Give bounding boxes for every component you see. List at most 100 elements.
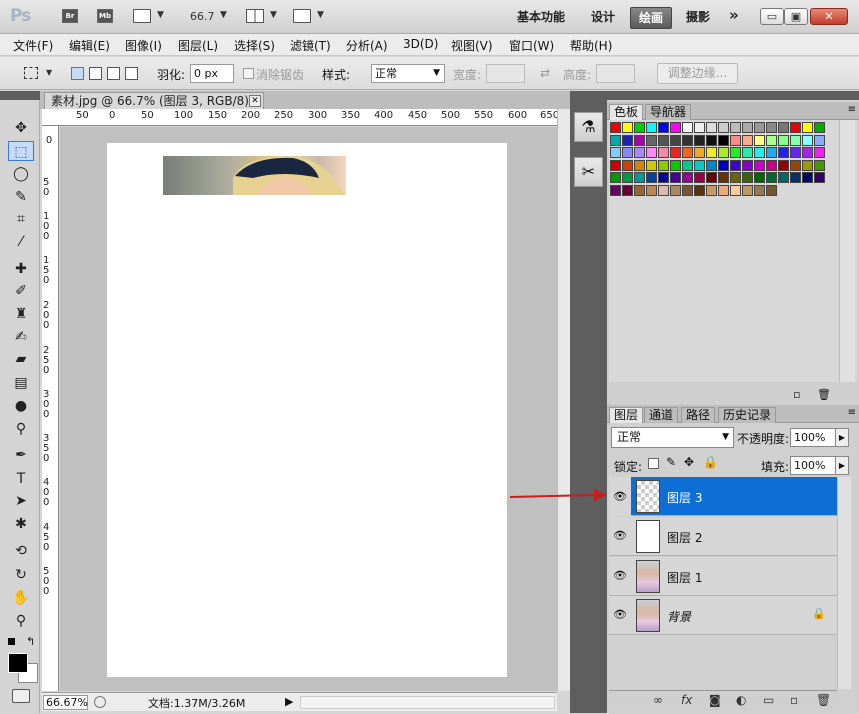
- marquee-preset-icon[interactable]: [24, 67, 38, 79]
- eyedropper-tool-icon[interactable]: ⁄: [8, 232, 34, 252]
- swatch-color[interactable]: [754, 159, 765, 171]
- swatch-color[interactable]: [622, 184, 633, 196]
- visibility-eye-icon[interactable]: 👁: [612, 529, 628, 543]
- swatch-color[interactable]: [682, 159, 693, 171]
- healing-brush-tool-icon[interactable]: ✚: [8, 259, 34, 279]
- opacity-slider-button[interactable]: ▶: [835, 428, 849, 447]
- swatch-color[interactable]: [646, 159, 657, 171]
- mini-bridge-button[interactable]: Mb: [97, 9, 113, 23]
- swatch-color[interactable]: [622, 122, 633, 133]
- swatch-color[interactable]: [718, 184, 729, 196]
- swatch-color[interactable]: [814, 147, 825, 158]
- swatch-color[interactable]: [778, 147, 789, 158]
- swatch-color[interactable]: [718, 134, 729, 146]
- quick-mask-icon[interactable]: [12, 689, 30, 703]
- swatch-color[interactable]: [718, 172, 729, 183]
- swap-colors-icon[interactable]: ↰: [26, 635, 35, 648]
- swatch-color[interactable]: [718, 159, 729, 171]
- panel-header[interactable]: [607, 91, 859, 100]
- lock-position-icon[interactable]: ✥: [684, 455, 694, 469]
- swatch-color[interactable]: [658, 134, 669, 146]
- menu-analysis[interactable]: 分析(A): [346, 37, 388, 54]
- opacity-input[interactable]: 100%: [790, 428, 838, 447]
- swatch-color[interactable]: [814, 134, 825, 146]
- 3d-rotate-tool-icon[interactable]: ⟲: [8, 541, 34, 561]
- menu-3d[interactable]: 3D(D): [403, 37, 438, 51]
- brush-tool-icon[interactable]: ✐: [8, 281, 34, 301]
- type-tool-icon[interactable]: T: [8, 469, 34, 489]
- swatch-color[interactable]: [622, 134, 633, 146]
- swatch-color[interactable]: [634, 134, 645, 146]
- swatch-color[interactable]: [634, 122, 645, 133]
- zoom-level[interactable]: 66.7: [190, 10, 215, 23]
- swatch-color[interactable]: [682, 122, 693, 133]
- swatch-color[interactable]: [706, 122, 717, 133]
- workspace-photography[interactable]: 摄影: [686, 8, 710, 25]
- swatch-color[interactable]: [682, 147, 693, 158]
- swatch-color[interactable]: [778, 159, 789, 171]
- swatch-color[interactable]: [754, 172, 765, 183]
- crop-tool-icon[interactable]: ⌗: [8, 209, 34, 229]
- panel-menu-icon[interactable]: ≡: [848, 407, 856, 418]
- swatch-color[interactable]: [766, 184, 777, 196]
- swatch-color[interactable]: [766, 134, 777, 146]
- swatch-color[interactable]: [730, 134, 741, 146]
- eraser-tool-icon[interactable]: ▰: [8, 349, 34, 369]
- lock-transparent-icon[interactable]: [648, 458, 659, 469]
- add-selection-icon[interactable]: [89, 67, 102, 80]
- swatch-color[interactable]: [646, 184, 657, 196]
- fill-slider-button[interactable]: ▶: [835, 456, 849, 475]
- swatch-color[interactable]: [814, 172, 825, 183]
- workspace-painting[interactable]: 绘画: [630, 7, 672, 29]
- swatch-color[interactable]: [658, 122, 669, 133]
- swatch-color[interactable]: [706, 172, 717, 183]
- swatch-color[interactable]: [742, 172, 753, 183]
- swatch-grid[interactable]: [609, 120, 831, 205]
- swatch-color[interactable]: [790, 147, 801, 158]
- close-icon[interactable]: ✕: [249, 95, 261, 107]
- swatch-color[interactable]: [754, 122, 765, 133]
- visibility-eye-icon[interactable]: 👁: [612, 569, 628, 583]
- swatch-color[interactable]: [694, 159, 705, 171]
- menu-image[interactable]: 图像(I): [125, 37, 162, 54]
- swatch-color[interactable]: [790, 122, 801, 133]
- toolbox-header[interactable]: [0, 91, 40, 100]
- swatch-color[interactable]: [646, 122, 657, 133]
- status-icon[interactable]: [94, 696, 106, 708]
- layer-mask-icon[interactable]: ◙: [709, 693, 721, 707]
- more-workspaces-icon[interactable]: »: [729, 6, 739, 24]
- swatch-color[interactable]: [706, 147, 717, 158]
- chevron-down-icon[interactable]: ▼: [46, 68, 52, 77]
- swatch-color[interactable]: [634, 184, 645, 196]
- swatches-scrollbar[interactable]: [839, 120, 855, 382]
- arrange-documents-icon[interactable]: [246, 9, 264, 23]
- menu-select[interactable]: 选择(S): [234, 37, 275, 54]
- layer-row-background[interactable]: 👁 背景 🔒: [609, 596, 837, 635]
- tab-channels[interactable]: 通道: [644, 407, 679, 423]
- new-layer-icon[interactable]: ▫: [790, 693, 798, 707]
- menu-layer[interactable]: 图层(L): [178, 37, 218, 54]
- swatch-color[interactable]: [694, 147, 705, 158]
- swatch-color[interactable]: [670, 122, 681, 133]
- minimize-button[interactable]: ▭: [760, 8, 784, 25]
- delete-swatch-icon[interactable]: 🗑: [817, 388, 831, 401]
- swatch-color[interactable]: [670, 172, 681, 183]
- menu-file[interactable]: 文件(F): [13, 37, 53, 54]
- swatch-color[interactable]: [790, 134, 801, 146]
- antialias-checkbox[interactable]: [243, 68, 254, 79]
- swatch-color[interactable]: [670, 134, 681, 146]
- swatch-color[interactable]: [706, 184, 717, 196]
- gradient-tool-icon[interactable]: ▤: [8, 373, 34, 393]
- swatch-color[interactable]: [610, 147, 621, 158]
- vertical-scrollbar[interactable]: [557, 109, 570, 691]
- swatch-color[interactable]: [694, 184, 705, 196]
- swatch-color[interactable]: [622, 159, 633, 171]
- swatch-color[interactable]: [778, 122, 789, 133]
- refine-edge-button[interactable]: 调整边缘...: [657, 63, 738, 84]
- layer-row-3[interactable]: 👁 图层 3: [609, 477, 837, 516]
- quick-select-tool-icon[interactable]: ✎: [8, 187, 34, 207]
- chevron-down-icon[interactable]: ▼: [270, 10, 277, 20]
- new-group-icon[interactable]: ▭: [763, 693, 774, 707]
- swatch-color[interactable]: [790, 172, 801, 183]
- swap-icon[interactable]: ⇄: [540, 66, 550, 80]
